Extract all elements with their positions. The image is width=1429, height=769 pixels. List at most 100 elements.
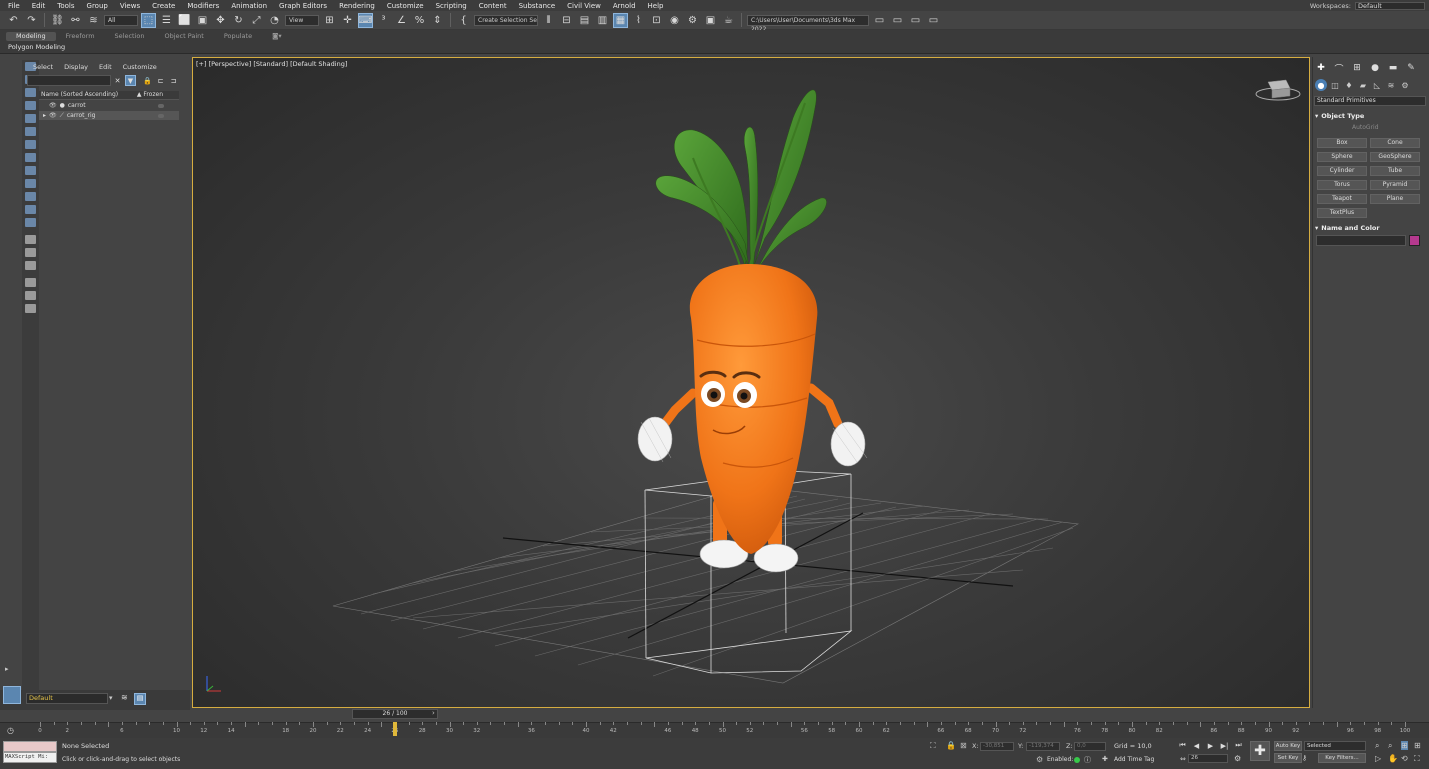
render-production-icon[interactable]: ☕ [721, 13, 736, 28]
current-layer-field[interactable]: Default [26, 693, 108, 704]
y-coordinate-field[interactable]: -119,374 [1026, 742, 1060, 751]
display-filter-icon[interactable] [25, 291, 36, 300]
previous-frame-icon[interactable]: ◀ [1191, 740, 1202, 751]
spinner-snap-icon[interactable]: ⇕ [430, 13, 445, 28]
key-filters-toggle-icon[interactable]: ⚷ [1302, 754, 1307, 762]
teapot-button[interactable]: Teapot [1317, 194, 1367, 204]
explorer-menu-select[interactable]: Select [33, 63, 53, 71]
select-object-icon[interactable]: ⬚ [141, 12, 156, 28]
menu-civil-view[interactable]: Civil View [567, 2, 601, 10]
redo-icon[interactable]: ↷ [24, 13, 39, 28]
auto-key-button[interactable]: Auto Key [1274, 741, 1302, 751]
x-coordinate-field[interactable]: -30,851 [980, 742, 1014, 751]
scene-explorer-icon[interactable]: ▤ [577, 13, 592, 28]
display-lights-icon[interactable] [25, 88, 36, 97]
maxscript-listener-input[interactable] [3, 741, 57, 752]
column-frozen-header[interactable]: ▲ Frozen [137, 91, 163, 99]
ribbon-options-icon[interactable]: ◙▾ [262, 32, 292, 41]
hierarchy-tab-icon[interactable]: ⊞ [1351, 62, 1363, 74]
scene-explorer-toggle-icon[interactable] [3, 686, 21, 704]
display-none-icon[interactable] [25, 235, 36, 244]
pyramid-button[interactable]: Pyramid [1370, 180, 1420, 190]
move-icon[interactable]: ✥ [213, 13, 228, 28]
select-by-name-icon[interactable]: ☰ [159, 13, 174, 28]
unlink-icon[interactable]: ⚯ [68, 13, 83, 28]
mini-curve-editor-icon[interactable]: ◷ [7, 726, 14, 735]
zoom-extents-icon[interactable]: ⊞ [1401, 741, 1408, 750]
selection-lock-icon[interactable]: 🔒 [946, 741, 956, 750]
display-all-icon[interactable] [25, 218, 36, 227]
frozen-toggle-icon[interactable] [158, 103, 164, 108]
bind-spacewarp-icon[interactable]: ≋ [86, 13, 101, 28]
render-setup-icon[interactable]: ⚙ [685, 13, 700, 28]
time-slider-next-icon[interactable]: › [432, 709, 435, 717]
pan-icon[interactable]: ✋ [1388, 754, 1398, 763]
sphere-button[interactable]: Sphere [1317, 152, 1367, 162]
box-button[interactable]: Box [1317, 138, 1367, 148]
menu-edit[interactable]: Edit [32, 2, 46, 10]
menu-modifiers[interactable]: Modifiers [187, 2, 219, 10]
display-helpers-icon[interactable] [25, 114, 36, 123]
menu-scripting[interactable]: Scripting [436, 2, 467, 10]
menu-tools[interactable]: Tools [57, 2, 74, 10]
rect-selection-region-icon[interactable]: ⬜ [177, 13, 192, 28]
menu-animation[interactable]: Animation [231, 2, 267, 10]
hierarchy-icon[interactable]: ⊏ [155, 75, 166, 86]
display-influences-icon[interactable] [25, 278, 36, 287]
orbit-icon[interactable]: ⟲ [1401, 754, 1408, 763]
schematic-view-icon[interactable]: ⊡ [649, 13, 664, 28]
enabled-indicator[interactable] [1074, 757, 1080, 763]
project-new-icon[interactable]: ▭ [890, 13, 905, 28]
display-bones-icon[interactable] [25, 166, 36, 175]
maxscript-mini-listener[interactable]: MAXScript Mi: [3, 752, 57, 763]
column-name-header[interactable]: Name (Sorted Ascending) [41, 91, 118, 99]
display-spacewarps-icon[interactable] [25, 127, 36, 136]
systems-category-icon[interactable]: ⚙ [1399, 79, 1411, 91]
angle-snap-icon[interactable]: ∠ [394, 13, 409, 28]
layer-explorer-toggle-icon[interactable]: ▤ [134, 693, 146, 705]
tab-modeling[interactable]: Modeling [6, 32, 56, 41]
menu-rendering[interactable]: Rendering [339, 2, 375, 10]
explorer-menu-edit[interactable]: Edit [99, 63, 112, 71]
snaps-toggle-icon[interactable]: ³ [376, 13, 391, 28]
project-close-icon[interactable]: ▭ [908, 13, 923, 28]
info-icon[interactable]: ⓘ [1084, 755, 1091, 765]
display-hidden-icon[interactable] [25, 205, 36, 214]
modify-tab-icon[interactable]: ⌒ [1333, 62, 1345, 75]
field-of-view-icon[interactable]: ▷ [1375, 754, 1381, 763]
geometry-category-icon[interactable]: ● [1315, 79, 1327, 91]
align-icon[interactable]: ⊟ [559, 13, 574, 28]
layer-dropdown-arrow-icon[interactable]: ▾ [109, 694, 113, 702]
ribbon-polygon-modeling[interactable]: Polygon Modeling [8, 43, 65, 51]
lock-icon[interactable]: 🔒 [142, 75, 153, 86]
lights-category-icon[interactable]: ♦ [1343, 79, 1355, 91]
pivot-center-icon[interactable]: ⊞ [322, 13, 337, 28]
cone-button[interactable]: Cone [1370, 138, 1420, 148]
toggle-ribbon-icon[interactable]: ▦ [613, 12, 628, 28]
current-frame-marker[interactable] [392, 722, 397, 736]
expand-panel-icon[interactable]: ▸ [5, 665, 9, 673]
object-type-rollout[interactable]: ▾ Object Type [1315, 111, 1425, 121]
time-configuration-icon[interactable]: ⚙ [1234, 754, 1241, 763]
set-key-large-icon[interactable]: ✚ [1250, 741, 1270, 761]
workspace-dropdown[interactable]: Default [1355, 1, 1425, 10]
textplus-button[interactable]: TextPlus [1317, 208, 1367, 218]
go-to-start-icon[interactable]: ⏮ [1177, 740, 1188, 751]
layers-stack-icon[interactable]: ≋ [121, 693, 132, 704]
autogrid-checkbox[interactable]: AutoGrid [1352, 124, 1379, 131]
list-item[interactable]: 👁 ● carrot [39, 101, 179, 110]
explorer-menu-customize[interactable]: Customize [123, 63, 157, 71]
object-name-input[interactable] [1316, 235, 1406, 246]
project-open-icon[interactable]: ▭ [872, 13, 887, 28]
display-invert-icon[interactable] [25, 248, 36, 257]
select-manipulate-icon[interactable]: ✛ [340, 13, 355, 28]
expand-arrow-icon[interactable]: ▸ [43, 112, 46, 119]
object-color-swatch[interactable] [1409, 235, 1420, 246]
list-item[interactable]: ▸ 👁 ⟋ carrot_rig [39, 111, 179, 120]
time-tag-icon[interactable]: ✚ [1102, 755, 1108, 763]
menu-graph-editors[interactable]: Graph Editors [279, 2, 327, 10]
display-frozen-icon[interactable] [25, 192, 36, 201]
placement-icon[interactable]: ◔ [267, 13, 282, 28]
zoom-extents-all-icon[interactable]: ⊞ [1414, 741, 1421, 750]
tab-object-paint[interactable]: Object Paint [155, 32, 214, 41]
